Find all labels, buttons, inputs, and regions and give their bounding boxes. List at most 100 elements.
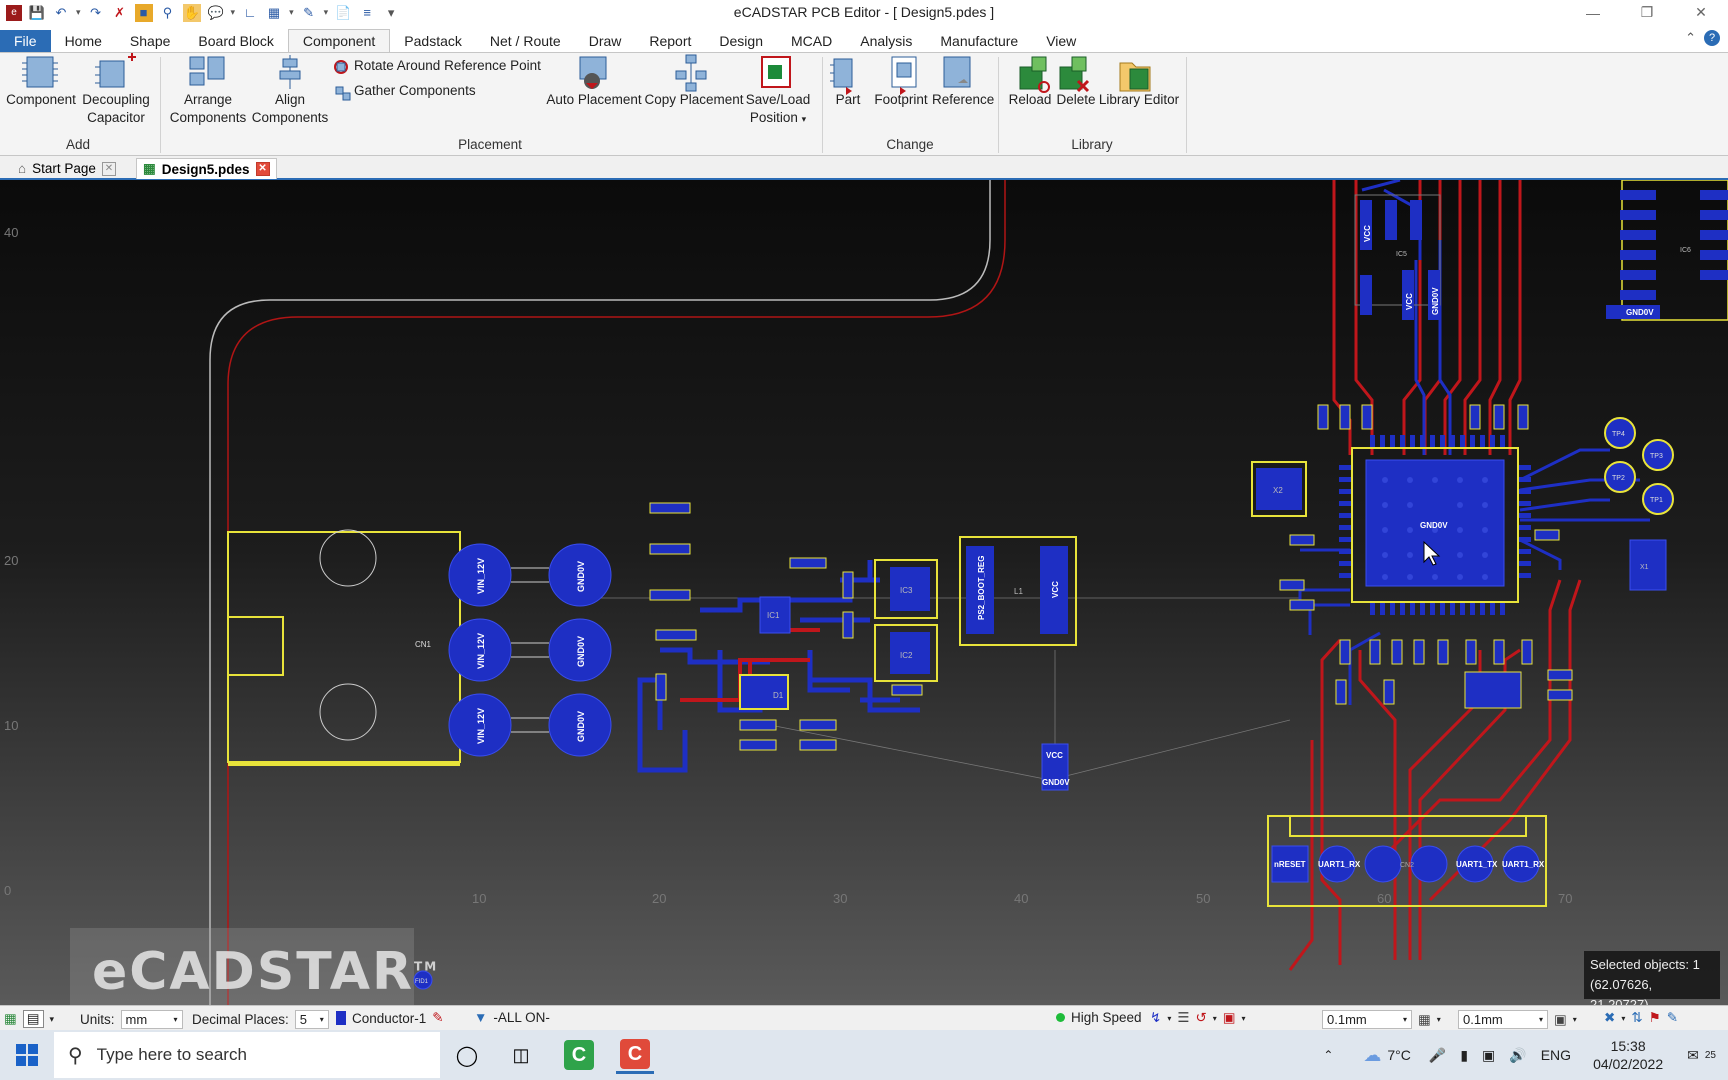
- zoom-icon[interactable]: ⚲: [159, 4, 177, 22]
- tab-shape[interactable]: Shape: [116, 30, 184, 52]
- pcb-canvas[interactable]: CN1 VIN_12V GND0V VIN_12V GND0V VIN_12V …: [0, 180, 1728, 1005]
- reload-button[interactable]: Reload: [1006, 91, 1054, 109]
- change-reference-button[interactable]: Reference: [932, 91, 994, 109]
- filter-control[interactable]: ▼ -ALL ON-: [474, 1010, 550, 1025]
- route-mode-icon[interactable]: ↯: [1150, 1010, 1161, 1026]
- view-dropdown-icon[interactable]: ▾: [50, 1014, 55, 1025]
- temperature[interactable]: 7°C: [1387, 1047, 1411, 1063]
- check-icon[interactable]: ≡: [358, 4, 376, 22]
- doc-tab-design5[interactable]: ▦ Design5.pdes ✕: [136, 158, 277, 179]
- ecadstar-taskbar-icon[interactable]: C: [616, 1036, 654, 1074]
- close-tab-icon[interactable]: ✕: [101, 161, 116, 176]
- saveload-dropdown-icon[interactable]: ▾: [802, 114, 807, 124]
- tab-mcad[interactable]: MCAD: [777, 30, 846, 52]
- undo-route-dropdown-icon[interactable]: ▾: [1213, 1014, 1217, 1023]
- select-icon[interactable]: ✋: [182, 3, 201, 22]
- view-icon[interactable]: ▤: [22, 1010, 44, 1028]
- windows-start-icon[interactable]: [8, 1036, 46, 1074]
- doc-tab-start-page[interactable]: ⌂ Start Page ✕: [12, 158, 122, 179]
- change-footprint-button[interactable]: Footprint: [868, 91, 934, 109]
- grid-icon[interactable]: ▦: [1418, 1012, 1431, 1028]
- battery-icon[interactable]: ▮: [1460, 1047, 1468, 1064]
- volume-icon[interactable]: 🔊: [1509, 1047, 1526, 1064]
- grid-dropdown-icon[interactable]: ▾: [1437, 1015, 1441, 1024]
- comment-dropdown-icon[interactable]: ▾: [231, 7, 236, 18]
- tab-home[interactable]: Home: [51, 30, 116, 52]
- network-icon[interactable]: ▣: [1482, 1047, 1495, 1064]
- component-icon[interactable]: ■: [134, 3, 153, 22]
- clock[interactable]: 15:38 04/02/2022: [1593, 1037, 1663, 1073]
- settings-icon[interactable]: ✎: [1667, 1010, 1678, 1026]
- decoupling-capacitor-button[interactable]: Decoupling Capacitor: [78, 91, 154, 127]
- push-dropdown-icon[interactable]: ▾: [1242, 1014, 1246, 1023]
- measure-icon[interactable]: ∟: [241, 4, 259, 22]
- language-flag-icon[interactable]: ⚑: [1649, 1010, 1661, 1026]
- tray-chevron-icon[interactable]: ⌃: [1323, 1048, 1333, 1062]
- notifications-icon[interactable]: ✉: [1687, 1047, 1699, 1064]
- customize-icon[interactable]: ▾: [382, 4, 400, 22]
- delete-button[interactable]: Delete: [1052, 91, 1100, 109]
- undo-route-icon[interactable]: ↺: [1195, 1010, 1206, 1026]
- decimal-select[interactable]: 5 ▾: [294, 1010, 329, 1029]
- minimize-icon[interactable]: —: [1570, 0, 1616, 25]
- save-icon[interactable]: 💾: [28, 4, 46, 22]
- tab-view[interactable]: View: [1032, 30, 1090, 52]
- save-load-position-button[interactable]: Save/Load Position ▾: [740, 91, 816, 128]
- tab-net-route[interactable]: Net / Route: [476, 30, 575, 52]
- weather-icon[interactable]: ☁: [1363, 1045, 1381, 1066]
- copy-placement-button[interactable]: Copy Placement: [644, 91, 744, 109]
- component-button[interactable]: Component: [4, 91, 78, 109]
- comment-icon[interactable]: 💬: [207, 4, 225, 22]
- app-icon[interactable]: e: [6, 4, 22, 21]
- microphone-icon[interactable]: 🎤: [1429, 1047, 1446, 1064]
- tab-board-block[interactable]: Board Block: [184, 30, 287, 52]
- bus-route-icon[interactable]: ☰: [1177, 1010, 1189, 1026]
- restore-icon[interactable]: ❐: [1624, 0, 1670, 25]
- cross-probe-dropdown-icon[interactable]: ▾: [1621, 1014, 1625, 1023]
- task-view-icon[interactable]: ◫: [502, 1036, 540, 1074]
- layout-toggle[interactable]: ▦ ▤ ▾: [4, 1010, 54, 1028]
- tab-component[interactable]: Component: [287, 29, 391, 52]
- language-indicator[interactable]: ENG: [1541, 1047, 1571, 1063]
- route-dropdown-icon[interactable]: ▾: [324, 7, 329, 18]
- grid-select-1[interactable]: 0.1mm ▾: [1322, 1010, 1412, 1029]
- arrange-components-button[interactable]: Arrange Components: [166, 91, 250, 127]
- delete-icon[interactable]: ✗: [111, 4, 129, 22]
- help-icon[interactable]: ?: [1704, 30, 1720, 46]
- snap-icon[interactable]: ▣: [1554, 1012, 1567, 1028]
- redo-icon[interactable]: ↷: [87, 4, 105, 22]
- tab-analysis[interactable]: Analysis: [846, 30, 926, 52]
- tab-draw[interactable]: Draw: [575, 30, 636, 52]
- close-tab-icon[interactable]: ✕: [255, 162, 270, 176]
- close-icon[interactable]: ✕: [1678, 0, 1724, 25]
- units-select[interactable]: mm ▾: [120, 1010, 183, 1029]
- align-components-button[interactable]: Align Components: [248, 91, 332, 127]
- undo-dropdown-icon[interactable]: ▾: [76, 7, 81, 18]
- cross-probe-icon[interactable]: ✖: [1604, 1010, 1615, 1026]
- auto-placement-button[interactable]: Auto Placement: [546, 91, 642, 109]
- library-editor-button[interactable]: Library Editor: [1096, 91, 1182, 109]
- report-icon[interactable]: 📄: [334, 4, 352, 22]
- layer-control[interactable]: Conductor-1 ✎: [336, 1010, 444, 1026]
- route-icon[interactable]: ✎: [300, 4, 318, 22]
- measure-tool-icon[interactable]: ⇅: [1631, 1010, 1642, 1026]
- camtasia-icon[interactable]: C: [560, 1036, 598, 1074]
- tab-file[interactable]: File: [0, 30, 51, 52]
- change-part-button[interactable]: Part: [826, 91, 870, 109]
- layer-eraser-icon[interactable]: ✎: [432, 1010, 443, 1026]
- gather-components-button[interactable]: Gather Components: [354, 83, 476, 98]
- collapse-ribbon-icon[interactable]: ⌃: [1685, 30, 1696, 46]
- high-speed-control[interactable]: High Speed: [1056, 1010, 1142, 1025]
- tab-design[interactable]: Design: [705, 30, 777, 52]
- layer-dropdown-icon[interactable]: ▾: [289, 7, 294, 18]
- taskbar-search-input[interactable]: ⚲ Type here to search: [54, 1032, 440, 1078]
- cortana-icon[interactable]: ◯: [448, 1036, 486, 1074]
- rotate-around-reference-button[interactable]: Rotate Around Reference Point: [354, 58, 541, 73]
- grid-select-2[interactable]: 0.1mm ▾: [1458, 1010, 1548, 1029]
- tab-padstack[interactable]: Padstack: [390, 30, 476, 52]
- tab-manufacture[interactable]: Manufacture: [926, 30, 1032, 52]
- undo-icon[interactable]: ↶: [52, 4, 70, 22]
- route-dropdown-icon[interactable]: ▾: [1167, 1014, 1171, 1023]
- tab-report[interactable]: Report: [635, 30, 705, 52]
- layer-icon[interactable]: ▦: [265, 4, 283, 22]
